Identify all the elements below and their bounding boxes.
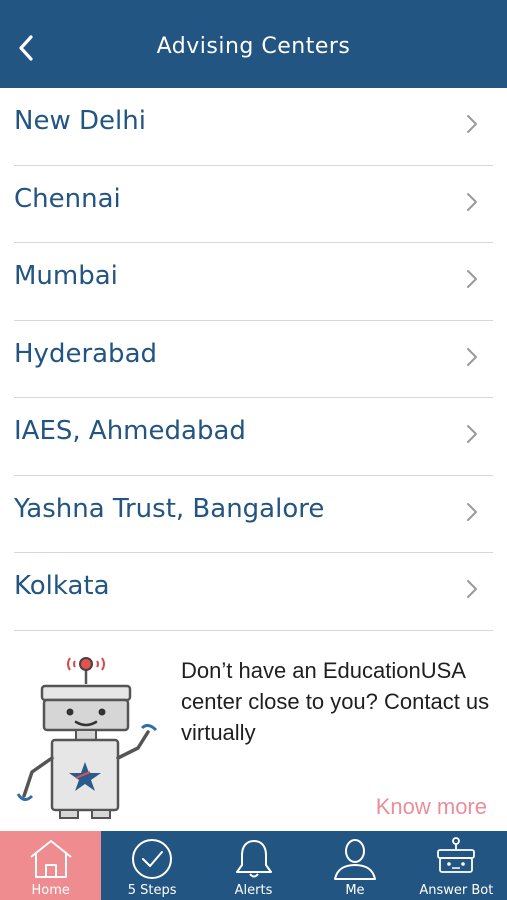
- tab-alerts[interactable]: Alerts: [203, 831, 304, 900]
- virtual-contact-promo: Don’t have an EducationUSA center close …: [0, 640, 507, 830]
- list-item-label: Kolkata: [14, 571, 110, 601]
- person-icon: [333, 839, 376, 880]
- tab-home[interactable]: Home: [0, 831, 102, 900]
- list-item-label: Chennai: [14, 183, 121, 214]
- tab-me[interactable]: Me: [304, 831, 405, 900]
- bottom-tab-bar: Home 5 Steps Alerts Me Answer Bot: [0, 831, 507, 900]
- list-item-label: Hyderabad: [14, 338, 157, 369]
- tab-label: Answer Bot: [419, 883, 494, 898]
- list-item-label: New Delhi: [14, 106, 146, 136]
- chevron-right-icon: [467, 502, 477, 521]
- promo-message: Don’t have an EducationUSA center close …: [181, 658, 490, 745]
- centers-list: New Delhi Chennai Mumbai Hyderabad IAES,…: [0, 88, 507, 631]
- tab-answer-bot[interactable]: Answer Bot: [406, 831, 507, 900]
- check-circle-icon: [132, 839, 173, 879]
- home-icon: [30, 840, 72, 878]
- chevron-right-icon: [467, 347, 477, 366]
- chevron-right-icon: [467, 580, 477, 598]
- page-title: Advising Centers: [156, 34, 351, 59]
- tab-label: Me: [345, 883, 365, 898]
- list-item-new-delhi[interactable]: New Delhi: [14, 88, 493, 166]
- tab-5-steps[interactable]: 5 Steps: [101, 831, 202, 900]
- list-item-kolkata[interactable]: Kolkata: [14, 553, 493, 631]
- app-header: Advising Centers: [0, 0, 507, 88]
- list-item-label: IAES, Ahmedabad: [14, 416, 246, 446]
- tab-label: Alerts: [234, 883, 273, 898]
- list-item-iaes-ahmedabad[interactable]: IAES, Ahmedabad: [14, 398, 493, 476]
- list-item-hyderabad[interactable]: Hyderabad: [14, 321, 493, 398]
- tab-label: Home: [31, 883, 70, 898]
- list-item-chennai[interactable]: Chennai: [14, 166, 493, 243]
- robot-icon: [437, 837, 476, 873]
- bell-icon: [235, 840, 272, 878]
- chevron-right-icon: [467, 425, 477, 443]
- list-item-yashna-trust-bangalore[interactable]: Yashna Trust, Bangalore: [14, 476, 493, 553]
- chevron-right-icon: [467, 192, 477, 211]
- know-more-link[interactable]: Know more: [376, 794, 487, 820]
- robot-illustration: [16, 657, 158, 819]
- list-item-label: Yashna Trust, Bangalore: [14, 493, 325, 524]
- list-item-label: Mumbai: [14, 261, 118, 291]
- chevron-right-icon: [467, 270, 477, 288]
- chevron-right-icon: [467, 115, 477, 133]
- tab-label: 5 Steps: [127, 883, 177, 898]
- list-item-mumbai[interactable]: Mumbai: [14, 243, 493, 321]
